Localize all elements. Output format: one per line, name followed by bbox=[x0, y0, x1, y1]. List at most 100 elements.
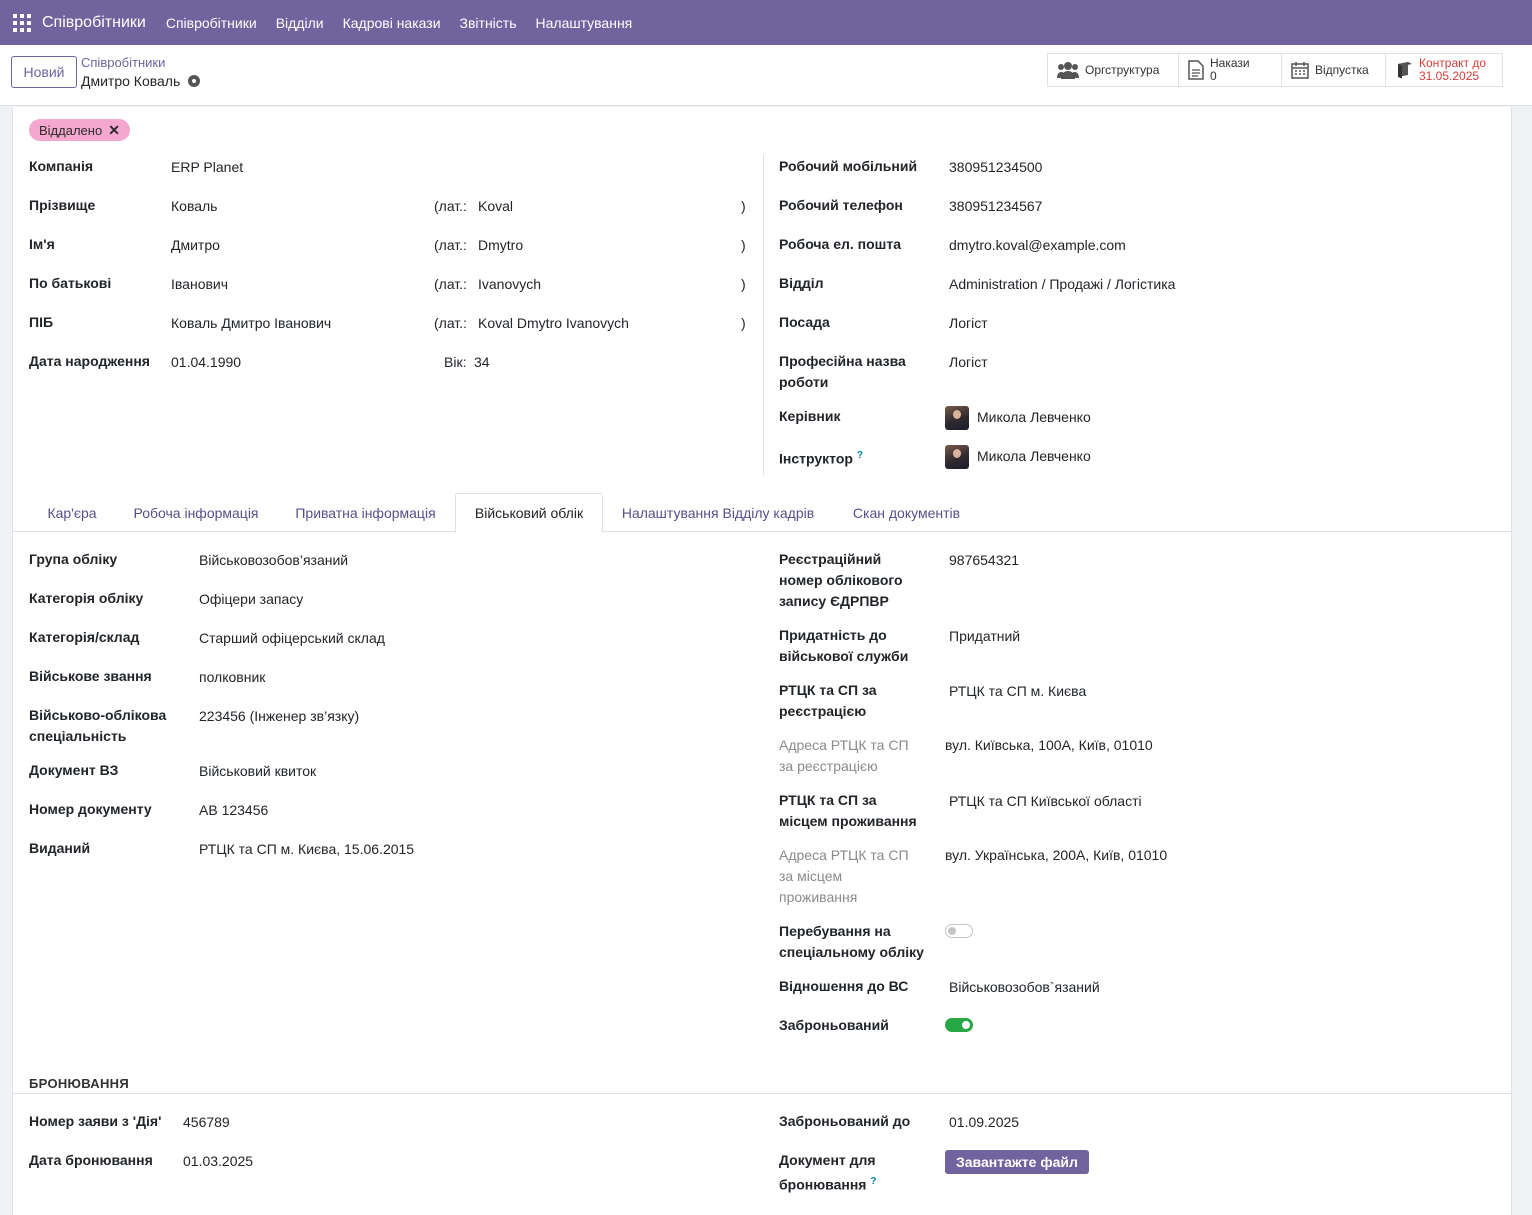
rtck-reg-addr-field: вул. Київська, 100А, Київ, 01010 bbox=[945, 737, 1153, 753]
menu-employees[interactable]: Співробітники bbox=[166, 15, 257, 31]
tab-private-info[interactable]: Приватна інформація bbox=[278, 493, 453, 532]
rtck-res-addr-field: вул. Українська, 200А, Київ, 01010 bbox=[945, 847, 1168, 863]
tab-career[interactable]: Кар'єра bbox=[29, 493, 115, 532]
lat-prefix: (лат.: bbox=[434, 276, 467, 292]
orders-stat-button[interactable]: Накази 0 bbox=[1178, 53, 1282, 87]
reservation-section-title: БРОНЮВАННЯ bbox=[29, 1076, 129, 1091]
rtck-reg-addr-label: Адреса РТЦК та СП за реєстрацією bbox=[779, 737, 909, 774]
age-value: 34 bbox=[474, 354, 490, 370]
breadcrumb-current: Дмитро Коваль bbox=[81, 73, 201, 89]
email-label: Робоча ел. пошта bbox=[779, 236, 901, 252]
orders-count: 0 bbox=[1210, 69, 1217, 83]
remote-tag[interactable]: Віддалено ✕ bbox=[29, 119, 130, 141]
staff-field[interactable]: Старший офіцерський склад bbox=[199, 628, 385, 649]
contract-date: 31.05.2025 bbox=[1419, 69, 1480, 83]
rank-field[interactable]: полковник bbox=[199, 667, 265, 688]
menu-hr-orders[interactable]: Кадрові накази bbox=[343, 15, 441, 31]
manager-field[interactable]: Микола Левченко bbox=[977, 407, 1091, 428]
patronymic-lat-field[interactable]: Ivanovych bbox=[478, 274, 541, 295]
tab-document-scans[interactable]: Скан документів bbox=[833, 493, 980, 532]
apps-grid-icon[interactable] bbox=[13, 13, 31, 32]
reservation-date-field[interactable]: 01.03.2025 bbox=[183, 1151, 253, 1172]
menu-reporting[interactable]: Звітність bbox=[460, 15, 517, 31]
diia-label: Номер заяви з 'Дія' bbox=[29, 1113, 162, 1129]
phone-field[interactable]: 380951234567 bbox=[949, 196, 1042, 217]
menu-settings[interactable]: Налаштування bbox=[536, 15, 633, 31]
doc-field[interactable]: Військовий квиток bbox=[199, 761, 316, 782]
rtck-reg-field[interactable]: РТЦК та СП м. Києва bbox=[949, 681, 1086, 702]
new-button[interactable]: Новий bbox=[11, 56, 77, 88]
job-title-field[interactable]: Логіст bbox=[949, 352, 988, 373]
contract-stat-button[interactable]: Контракт до 31.05.2025 bbox=[1385, 53, 1503, 87]
surname-field[interactable]: Коваль bbox=[171, 196, 217, 217]
manager-avatar[interactable] bbox=[945, 406, 969, 430]
specialty-field[interactable]: 223456 (Інженер зв’язку) bbox=[199, 706, 359, 727]
surname-lat-field[interactable]: Koval bbox=[478, 196, 513, 217]
lat-prefix: (лат.: bbox=[434, 237, 467, 253]
lat-prefix: (лат.: bbox=[434, 315, 467, 331]
patronymic-field[interactable]: Іванович bbox=[171, 274, 228, 295]
breadcrumb-parent[interactable]: Співробітники bbox=[81, 55, 165, 70]
birthdate-field[interactable]: 01.04.1990 bbox=[171, 352, 241, 373]
issued-field[interactable]: РТЦК та СП м. Києва, 15.06.2015 bbox=[199, 839, 414, 860]
app-brand[interactable]: Співробітники bbox=[42, 14, 146, 32]
company-field[interactable]: ERP Planet bbox=[171, 157, 243, 178]
contract-stat-text: Контракт до 31.05.2025 bbox=[1419, 57, 1486, 83]
relation-field[interactable]: Військовозобов`язаний bbox=[949, 977, 1100, 998]
doc-number-label: Номер документу bbox=[29, 801, 152, 817]
name-field[interactable]: Дмитро bbox=[171, 235, 220, 256]
rtck-res-field[interactable]: РТЦК та СП Київської області bbox=[949, 791, 1142, 812]
fullname-lat-field[interactable]: Koval Dmytro Ivanovych bbox=[478, 313, 629, 334]
email-field[interactable]: dmytro.koval@example.com bbox=[949, 235, 1126, 256]
group-label: Група обліку bbox=[29, 551, 118, 567]
special-registration-toggle[interactable] bbox=[945, 924, 973, 938]
staff-label: Категорія/склад bbox=[29, 629, 140, 645]
age-label: Вік: bbox=[444, 354, 467, 370]
diia-field[interactable]: 456789 bbox=[183, 1112, 230, 1133]
reg-field[interactable]: 987654321 bbox=[949, 550, 1019, 571]
fullname-label: ПІБ bbox=[29, 314, 54, 330]
lat-suffix: ) bbox=[741, 276, 746, 292]
patronymic-label: По батькові bbox=[29, 275, 112, 291]
category-field[interactable]: Офіцери запасу bbox=[199, 589, 303, 610]
issued-label: Виданий bbox=[29, 840, 91, 856]
coach-avatar[interactable] bbox=[945, 445, 969, 469]
tab-hr-settings[interactable]: Налаштування Відділу кадрів bbox=[605, 493, 831, 532]
top-navbar: Співробітники Співробітники Відділи Кадр… bbox=[0, 0, 1532, 45]
tag-label: Віддалено bbox=[39, 122, 103, 138]
reserved-until-field[interactable]: 01.09.2025 bbox=[949, 1112, 1019, 1133]
position-field[interactable]: Логіст bbox=[949, 313, 988, 334]
rtck-res-addr-label: Адреса РТЦК та СП за місцем проживання bbox=[779, 847, 909, 905]
name-lat-field[interactable]: Dmytro bbox=[478, 235, 523, 256]
group-field[interactable]: Військовозобов’язаний bbox=[199, 550, 348, 571]
birthdate-label: Дата народження bbox=[29, 353, 150, 369]
orgchart-stat-button[interactable]: Оргструктура bbox=[1047, 53, 1179, 87]
notebook-tabs: Кар'єра Робоча інформація Приватна інфор… bbox=[13, 493, 1511, 533]
help-icon[interactable]: ? bbox=[870, 1176, 876, 1187]
category-label: Категорія обліку bbox=[29, 590, 144, 606]
mobile-field[interactable]: 380951234500 bbox=[949, 157, 1042, 178]
close-icon[interactable]: ✕ bbox=[108, 122, 120, 139]
mobile-label: Робочий мобільний bbox=[779, 158, 918, 174]
leave-stat-button[interactable]: Відпустка bbox=[1281, 53, 1386, 87]
doc-number-field[interactable]: АВ 123456 bbox=[199, 800, 268, 821]
menu-departments[interactable]: Відділи bbox=[276, 15, 324, 31]
gear-icon[interactable] bbox=[188, 75, 201, 87]
lat-prefix: (лат.: bbox=[434, 198, 467, 214]
coach-label: Інструктор ? bbox=[779, 450, 863, 467]
fitness-field[interactable]: Придатний bbox=[949, 626, 1020, 647]
special-label: Перебування на спеціальному обліку bbox=[779, 923, 924, 960]
reg-label: Реєстраційний номер облікового запису ЄДРП… bbox=[779, 551, 903, 609]
coach-field[interactable]: Микола Левченко bbox=[977, 446, 1091, 467]
rank-label: Військове звання bbox=[29, 668, 152, 684]
department-field[interactable]: Administration / Продажі / Логістика bbox=[949, 274, 1175, 295]
form-sheet: Віддалено ✕ Компанія ERP Planet Прізвище… bbox=[12, 107, 1512, 1215]
upload-file-button[interactable]: Завантажте файл bbox=[945, 1150, 1089, 1174]
document-icon bbox=[1188, 60, 1204, 80]
fullname-field[interactable]: Коваль Дмитро Іванович bbox=[171, 313, 331, 334]
help-icon[interactable]: ? bbox=[857, 450, 863, 461]
phone-label: Робочий телефон bbox=[779, 197, 903, 213]
tab-military[interactable]: Військовий облік bbox=[455, 493, 603, 533]
tab-work-info[interactable]: Робоча інформація bbox=[116, 493, 276, 532]
reserved-toggle[interactable] bbox=[945, 1018, 973, 1032]
